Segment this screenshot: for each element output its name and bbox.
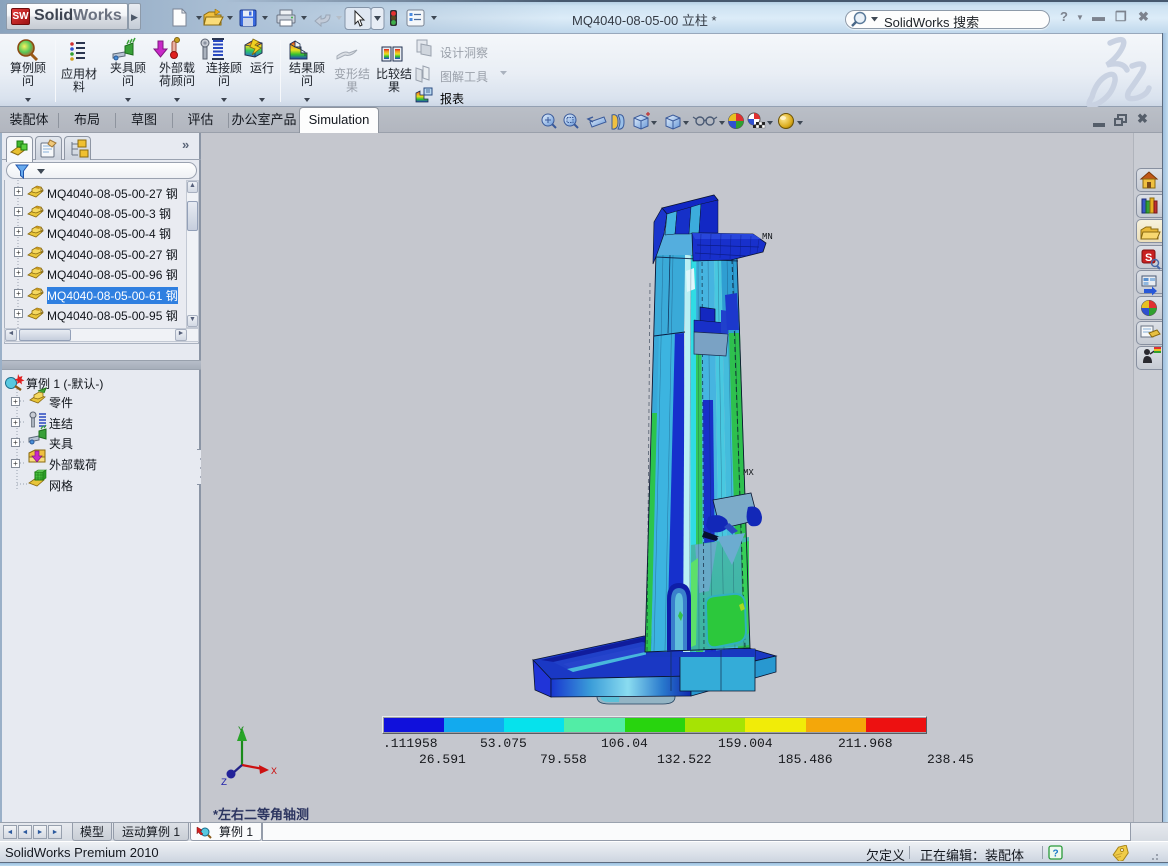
svg-text:Z: Z: [221, 778, 227, 789]
svg-text:Y: Y: [238, 726, 244, 737]
svg-text:?: ?: [1053, 849, 1059, 860]
svg-text:X: X: [271, 767, 277, 778]
